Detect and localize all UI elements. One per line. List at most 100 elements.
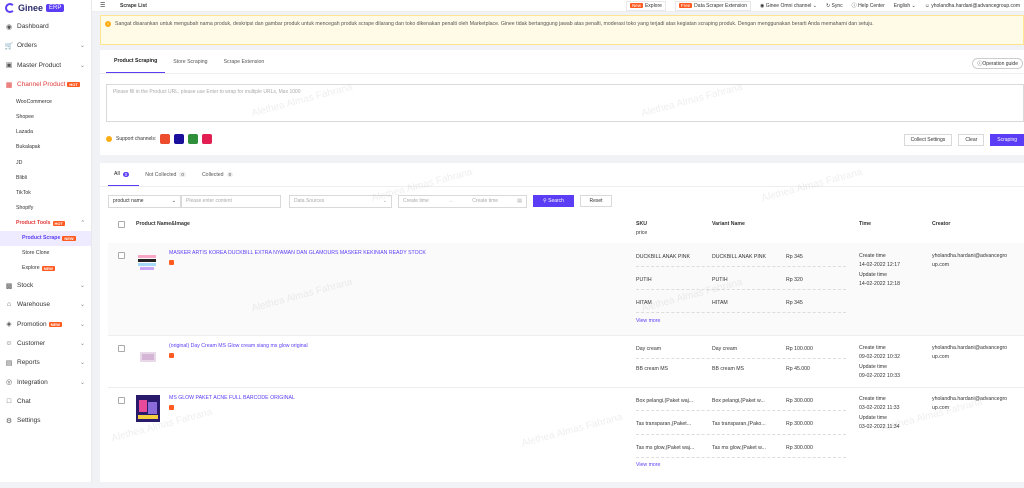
create-time-label: Create time (859, 345, 886, 351)
tab-collected[interactable]: Collected 0 (196, 163, 243, 186)
sidebar-item-bukalapak[interactable]: Bukalapak (0, 140, 91, 155)
omni-channel-link[interactable]: ◉ Ginee Omni channel ⌄ (760, 3, 817, 9)
tab-store-scraping[interactable]: Store Scraping (165, 50, 215, 73)
sku-divider (636, 410, 846, 411)
sidebar-item-label: Dashboard (17, 23, 49, 31)
sync-icon: ↻ (825, 2, 831, 9)
menu-icon[interactable]: ☰ (100, 2, 105, 9)
ginee-logo[interactable]: Ginee ERP (0, 0, 91, 16)
view-more-link[interactable]: View more (636, 462, 660, 468)
lazada-icon (174, 134, 185, 144)
row-checkbox[interactable] (118, 252, 125, 259)
sidebar-item-warehouse[interactable]: ⌂ Warehouse ⌄ (0, 295, 91, 314)
sidebar-item-orders[interactable]: 🛒 Orders ⌄ (0, 36, 91, 55)
extension-label: Data Scraper Extension (694, 2, 747, 9)
clear-button[interactable]: Clear (958, 134, 985, 146)
sync-label: Sync (831, 2, 843, 9)
col-product: Product Name&Image (136, 221, 190, 227)
sidebar-item-shopify[interactable]: Shopify (0, 201, 91, 216)
language-select[interactable]: English ⌄ (894, 3, 916, 9)
sidebar-item-jd[interactable]: JD (0, 155, 91, 170)
product-url-input[interactable]: Please fill in the Product URL, please u… (106, 84, 1024, 122)
view-more-link[interactable]: View more (636, 318, 660, 324)
range-arrow-icon: → (448, 198, 454, 204)
sidebar-item-explore[interactable]: Explore NEW (0, 261, 91, 276)
create-time-label: Create time (859, 396, 886, 402)
product-thumbnail[interactable] (136, 344, 160, 366)
chevron-down-icon: ⌄ (79, 379, 85, 386)
sidebar-item-reports[interactable]: ▤ Reports ⌄ (0, 353, 91, 372)
chevron-down-icon: ⌄ (79, 321, 85, 328)
product-thumbnail[interactable] (136, 395, 160, 422)
explore-button[interactable]: New Explore (625, 0, 666, 11)
user-icon: ☺ (924, 2, 930, 9)
promotion-icon: ◈ (6, 321, 12, 329)
sku-divider (636, 358, 846, 359)
sidebar-item-promotion[interactable]: ◈ Promotion NEW ⌄ (0, 314, 91, 333)
sidebar-item-product-tools[interactable]: Product Tools HOT ⌃ (0, 216, 91, 231)
row-checkbox[interactable] (118, 345, 125, 352)
product-thumbnail[interactable] (136, 251, 160, 273)
chevron-down-icon: ⌄ (79, 340, 85, 347)
ginee-logo-icon (5, 3, 15, 13)
help-center-link[interactable]: ⓘ Help Center (852, 2, 885, 9)
time-cell: Create time 03-02-2022 11:33 Update time… (859, 395, 900, 432)
data-scraper-extension-button[interactable]: Free Data Scraper Extension (674, 0, 751, 11)
tab-all[interactable]: All 0 (108, 163, 140, 186)
tab-product-scraping[interactable]: Product Scraping (106, 50, 166, 73)
sidebar-item-blibli[interactable]: Blibli (0, 170, 91, 185)
operation-guide-label: Operation guide (982, 61, 1018, 67)
sidebar-item-integration[interactable]: ◎ Integration ⌄ (0, 372, 91, 391)
sidebar-item-product-scrape[interactable]: Product Scrape NEW (0, 230, 91, 246)
reset-button[interactable]: Reset (580, 195, 612, 207)
collect-settings-button[interactable]: Collect Settings (903, 134, 953, 146)
channel-label: Lazada (16, 129, 34, 136)
col-variant: Variant Name (712, 221, 745, 227)
sidebar-item-tiktok[interactable]: TikTok (0, 185, 91, 200)
sidebar-item-shopee[interactable]: Shopee (0, 109, 91, 124)
gear-icon: ⚙ (5, 417, 13, 425)
tokopedia-icon (188, 134, 199, 144)
sidebar-item-master-product[interactable]: ▣ Master Product ⌄ (0, 56, 91, 75)
sidebar-item-label: Customer (17, 339, 46, 347)
calendar-icon: ▤ (517, 198, 522, 204)
sidebar-item-settings[interactable]: ⚙ Settings (0, 411, 91, 430)
sidebar-item-dashboard[interactable]: ◉ Dashboard (0, 17, 91, 36)
sidebar-item-customer[interactable]: ☺ Customer ⌄ (0, 334, 91, 353)
user-menu[interactable]: ☺ yholandha.hardani@advancegroup.com (925, 3, 1020, 9)
tab-not-collected[interactable]: Not Collected 0 (139, 163, 196, 186)
sidebar-item-stock[interactable]: ▩ Stock ⌄ (0, 276, 91, 295)
data-sources-select[interactable]: Data Sources ⌄ (289, 194, 392, 208)
price-value: Rp 300.000 (786, 421, 813, 427)
col-price: price (636, 230, 648, 236)
field-select[interactable]: product name ⌄ (108, 194, 181, 208)
tab-scrape-extension[interactable]: Scrape Extension (216, 50, 273, 73)
sku-value: DUCKBILL ANAK PINK (636, 254, 691, 260)
sidebar-item-woocommerce[interactable]: WooCommerce (0, 94, 91, 109)
product-name-link[interactable]: MASKER ARTIS KOREA DUCKBILL EXTRA NYAMAN… (169, 250, 469, 256)
select-all-checkbox[interactable] (118, 221, 125, 228)
content-input[interactable]: Please enter content (181, 194, 281, 208)
table-row: (original) Day Cream MS Glow cream siang… (108, 336, 1024, 388)
sidebar-item-store-clone[interactable]: Store Clone (0, 246, 91, 261)
sidebar-item-chat[interactable]: □ Chat (0, 392, 91, 411)
scraping-button[interactable]: Scraping (990, 134, 1024, 146)
update-time-label: Update time (859, 271, 887, 278)
count-badge: 0 (226, 172, 234, 177)
sync-button[interactable]: ↻ Sync (826, 3, 843, 9)
row-checkbox[interactable] (118, 397, 125, 404)
creator-value: yholandha.hardani@advancegro up.com (932, 345, 1008, 361)
operation-guide-button[interactable]: ⓘOperation guide (972, 58, 1023, 69)
sidebar-item-lazada[interactable]: Lazada (0, 125, 91, 140)
chevron-down-icon: ⌄ (79, 62, 85, 69)
product-name-link[interactable]: (original) Day Cream MS Glow cream siang… (169, 343, 469, 349)
new-tag: New (629, 3, 643, 8)
search-button[interactable]: ⚲ Search (533, 195, 574, 207)
product-name-link[interactable]: MS GLOW PAKET ACNE FULL BARCODE ORIGINAL (169, 395, 469, 401)
sku-value: HITAM (636, 300, 652, 306)
sidebar-item-channel-product[interactable]: ▦ Channel Product HOT (0, 75, 91, 94)
sku-value: PUTIH (636, 277, 652, 283)
tab-label: Store Scraping (173, 58, 208, 65)
date-range-picker[interactable]: Create time → Create time ▤ (398, 194, 527, 208)
price-value: Rp 45.000 (786, 366, 810, 372)
